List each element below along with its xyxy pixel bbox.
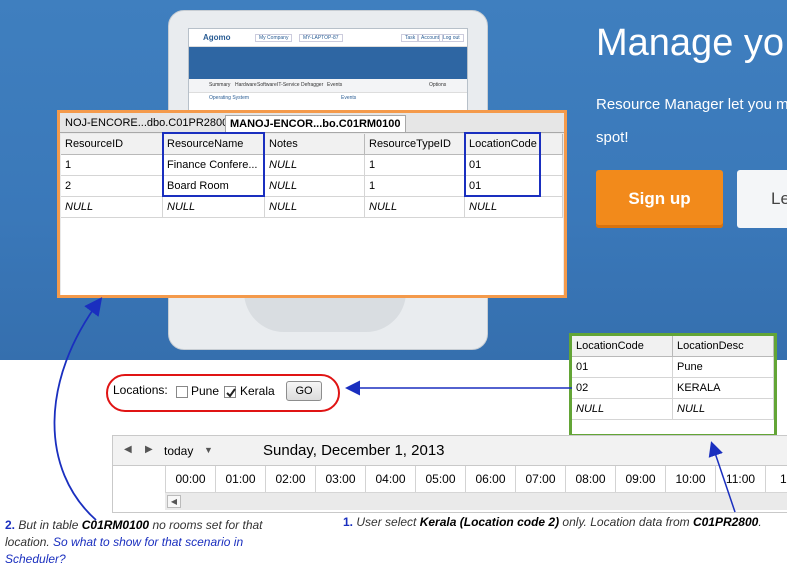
hour-label: 12 — [765, 466, 787, 492]
kerala-label: Kerala — [240, 384, 275, 398]
table-cell[interactable]: NULL — [265, 197, 365, 218]
table-cell[interactable]: NULL — [265, 155, 365, 176]
table-cell[interactable]: NULL — [465, 197, 563, 218]
highlight-resourcename — [162, 132, 265, 197]
table-cell[interactable]: NULL — [265, 176, 365, 197]
today-button[interactable]: today — [164, 444, 193, 458]
column-header[interactable]: ResourceTypeID — [365, 134, 465, 155]
table-cell[interactable]: 1 — [365, 155, 465, 176]
hour-label: 02:00 — [265, 466, 315, 492]
resource-grid: ResourceID ResourceName Notes ResourceTy… — [61, 132, 563, 295]
mockup-nav-item: MY-LAPTOP-87 — [299, 34, 343, 42]
hero-title: Manage yo — [596, 22, 785, 64]
mockup-nav-item: Log out — [439, 34, 464, 42]
hour-label: 08:00 — [565, 466, 615, 492]
chevron-down-icon[interactable]: ▼ — [204, 445, 213, 455]
mockup-tab: Options — [429, 82, 447, 88]
table-cell[interactable]: NULL — [572, 399, 673, 420]
note-text: But in table — [18, 518, 82, 532]
go-button[interactable]: GO — [286, 381, 322, 401]
mockup-tab: Summary — [209, 82, 231, 88]
highlight-locationcode — [464, 132, 541, 197]
note-emphasis: C01PR2800 — [692, 515, 759, 529]
note-text: User select — [356, 515, 420, 529]
tab-c01pr2800[interactable]: NOJ-ENCORE...dbo.C01PR2800 — [61, 115, 232, 132]
mockup-tab: Defragger — [301, 82, 324, 88]
table-cell[interactable]: NULL — [61, 197, 163, 218]
annotation-note-1: 1. User select Kerala (Location code 2) … — [343, 514, 762, 531]
hour-label: 04:00 — [365, 466, 415, 492]
hour-label: 00:00 — [165, 466, 215, 492]
note-number: 2. — [5, 518, 16, 532]
note-number: 1. — [343, 515, 354, 529]
tab-c01rm0100[interactable]: MANOJ-ENCOR...bo.C01RM0100 — [225, 115, 406, 132]
note-text: . — [758, 515, 762, 529]
hour-label: 07:00 — [515, 466, 565, 492]
scheduler-scrollbar[interactable]: ◀ — [165, 492, 787, 510]
mockup-tab: Hardware — [235, 82, 257, 88]
hour-label: 01:00 — [215, 466, 265, 492]
column-header[interactable]: Notes — [265, 134, 365, 155]
hour-label: 11:00 — [715, 466, 765, 492]
hour-label: 09:00 — [615, 466, 665, 492]
locations-label: Locations: — [113, 383, 168, 397]
query-tabstrip: NOJ-ENCORE...dbo.C01PR2800 MANOJ-ENCOR..… — [60, 113, 564, 133]
resource-table-window: NOJ-ENCORE...dbo.C01PR2800 MANOJ-ENCOR..… — [57, 110, 567, 298]
mockup-screen: Agomo My Company MY-LAPTOP-87 Task Accou… — [188, 28, 468, 112]
mockup-tab: Events — [327, 82, 343, 88]
table-cell[interactable]: NULL — [365, 197, 465, 218]
mockup-tab: IT-Service — [277, 82, 300, 88]
column-header[interactable]: LocationCode — [572, 336, 673, 357]
table-cell[interactable]: 1 — [365, 176, 465, 197]
table-cell[interactable]: 2 — [61, 176, 163, 197]
table-cell[interactable]: 1 — [61, 155, 163, 176]
check-icon — [226, 388, 236, 398]
note-emphasis: C01RM0100 — [81, 518, 150, 532]
column-header[interactable]: ResourceID — [61, 134, 163, 155]
hour-label: 10:00 — [665, 466, 715, 492]
table-cell[interactable]: Pune — [673, 357, 774, 378]
next-arrow-icon[interactable]: ▶ — [145, 444, 153, 455]
scheduler-toolbar: ◀ ▶ today ▼ Sunday, December 1, 2013 — [113, 436, 787, 466]
column-header[interactable]: LocationDesc — [673, 336, 774, 357]
note-emphasis: Kerala (Location code 2) — [419, 515, 560, 529]
scroll-left-icon[interactable]: ◀ — [167, 495, 181, 508]
learn-more-button[interactable]: Le — [737, 170, 787, 228]
annotation-note-2: 2. But in table C01RM0100 no rooms set f… — [5, 517, 295, 568]
table-cell[interactable]: NULL — [163, 197, 265, 218]
prev-arrow-icon[interactable]: ◀ — [124, 444, 132, 455]
table-cell[interactable]: 01 — [572, 357, 673, 378]
mockup-tab: Software — [257, 82, 277, 88]
scheduler: ◀ ▶ today ▼ Sunday, December 1, 2013 00:… — [112, 435, 787, 513]
pune-checkbox[interactable] — [176, 386, 188, 398]
hour-label: 05:00 — [415, 466, 465, 492]
table-cell[interactable]: KERALA — [673, 378, 774, 399]
location-table-window: LocationCode LocationDesc 01 Pune 02 KER… — [569, 333, 777, 437]
mockup-panel-title: Operating System — [209, 95, 250, 101]
hour-label: 03:00 — [315, 466, 365, 492]
signup-button[interactable]: Sign up — [596, 170, 723, 228]
note-text: only. Location data from — [559, 515, 693, 529]
table-cell[interactable]: NULL — [673, 399, 774, 420]
mockup-logo: Agomo — [203, 33, 231, 42]
monitor-stand — [244, 292, 406, 332]
hero-text: Resource Manager let you m spot! — [596, 96, 787, 146]
mockup-panel-title: Events — [341, 95, 357, 101]
mockup-nav-item: My Company — [255, 34, 293, 42]
pune-label: Pune — [191, 384, 220, 398]
table-cell[interactable]: 02 — [572, 378, 673, 399]
hour-label: 06:00 — [465, 466, 515, 492]
scheduler-date: Sunday, December 1, 2013 — [263, 442, 445, 459]
kerala-checkbox[interactable] — [224, 386, 236, 398]
mockup-header — [189, 47, 467, 79]
